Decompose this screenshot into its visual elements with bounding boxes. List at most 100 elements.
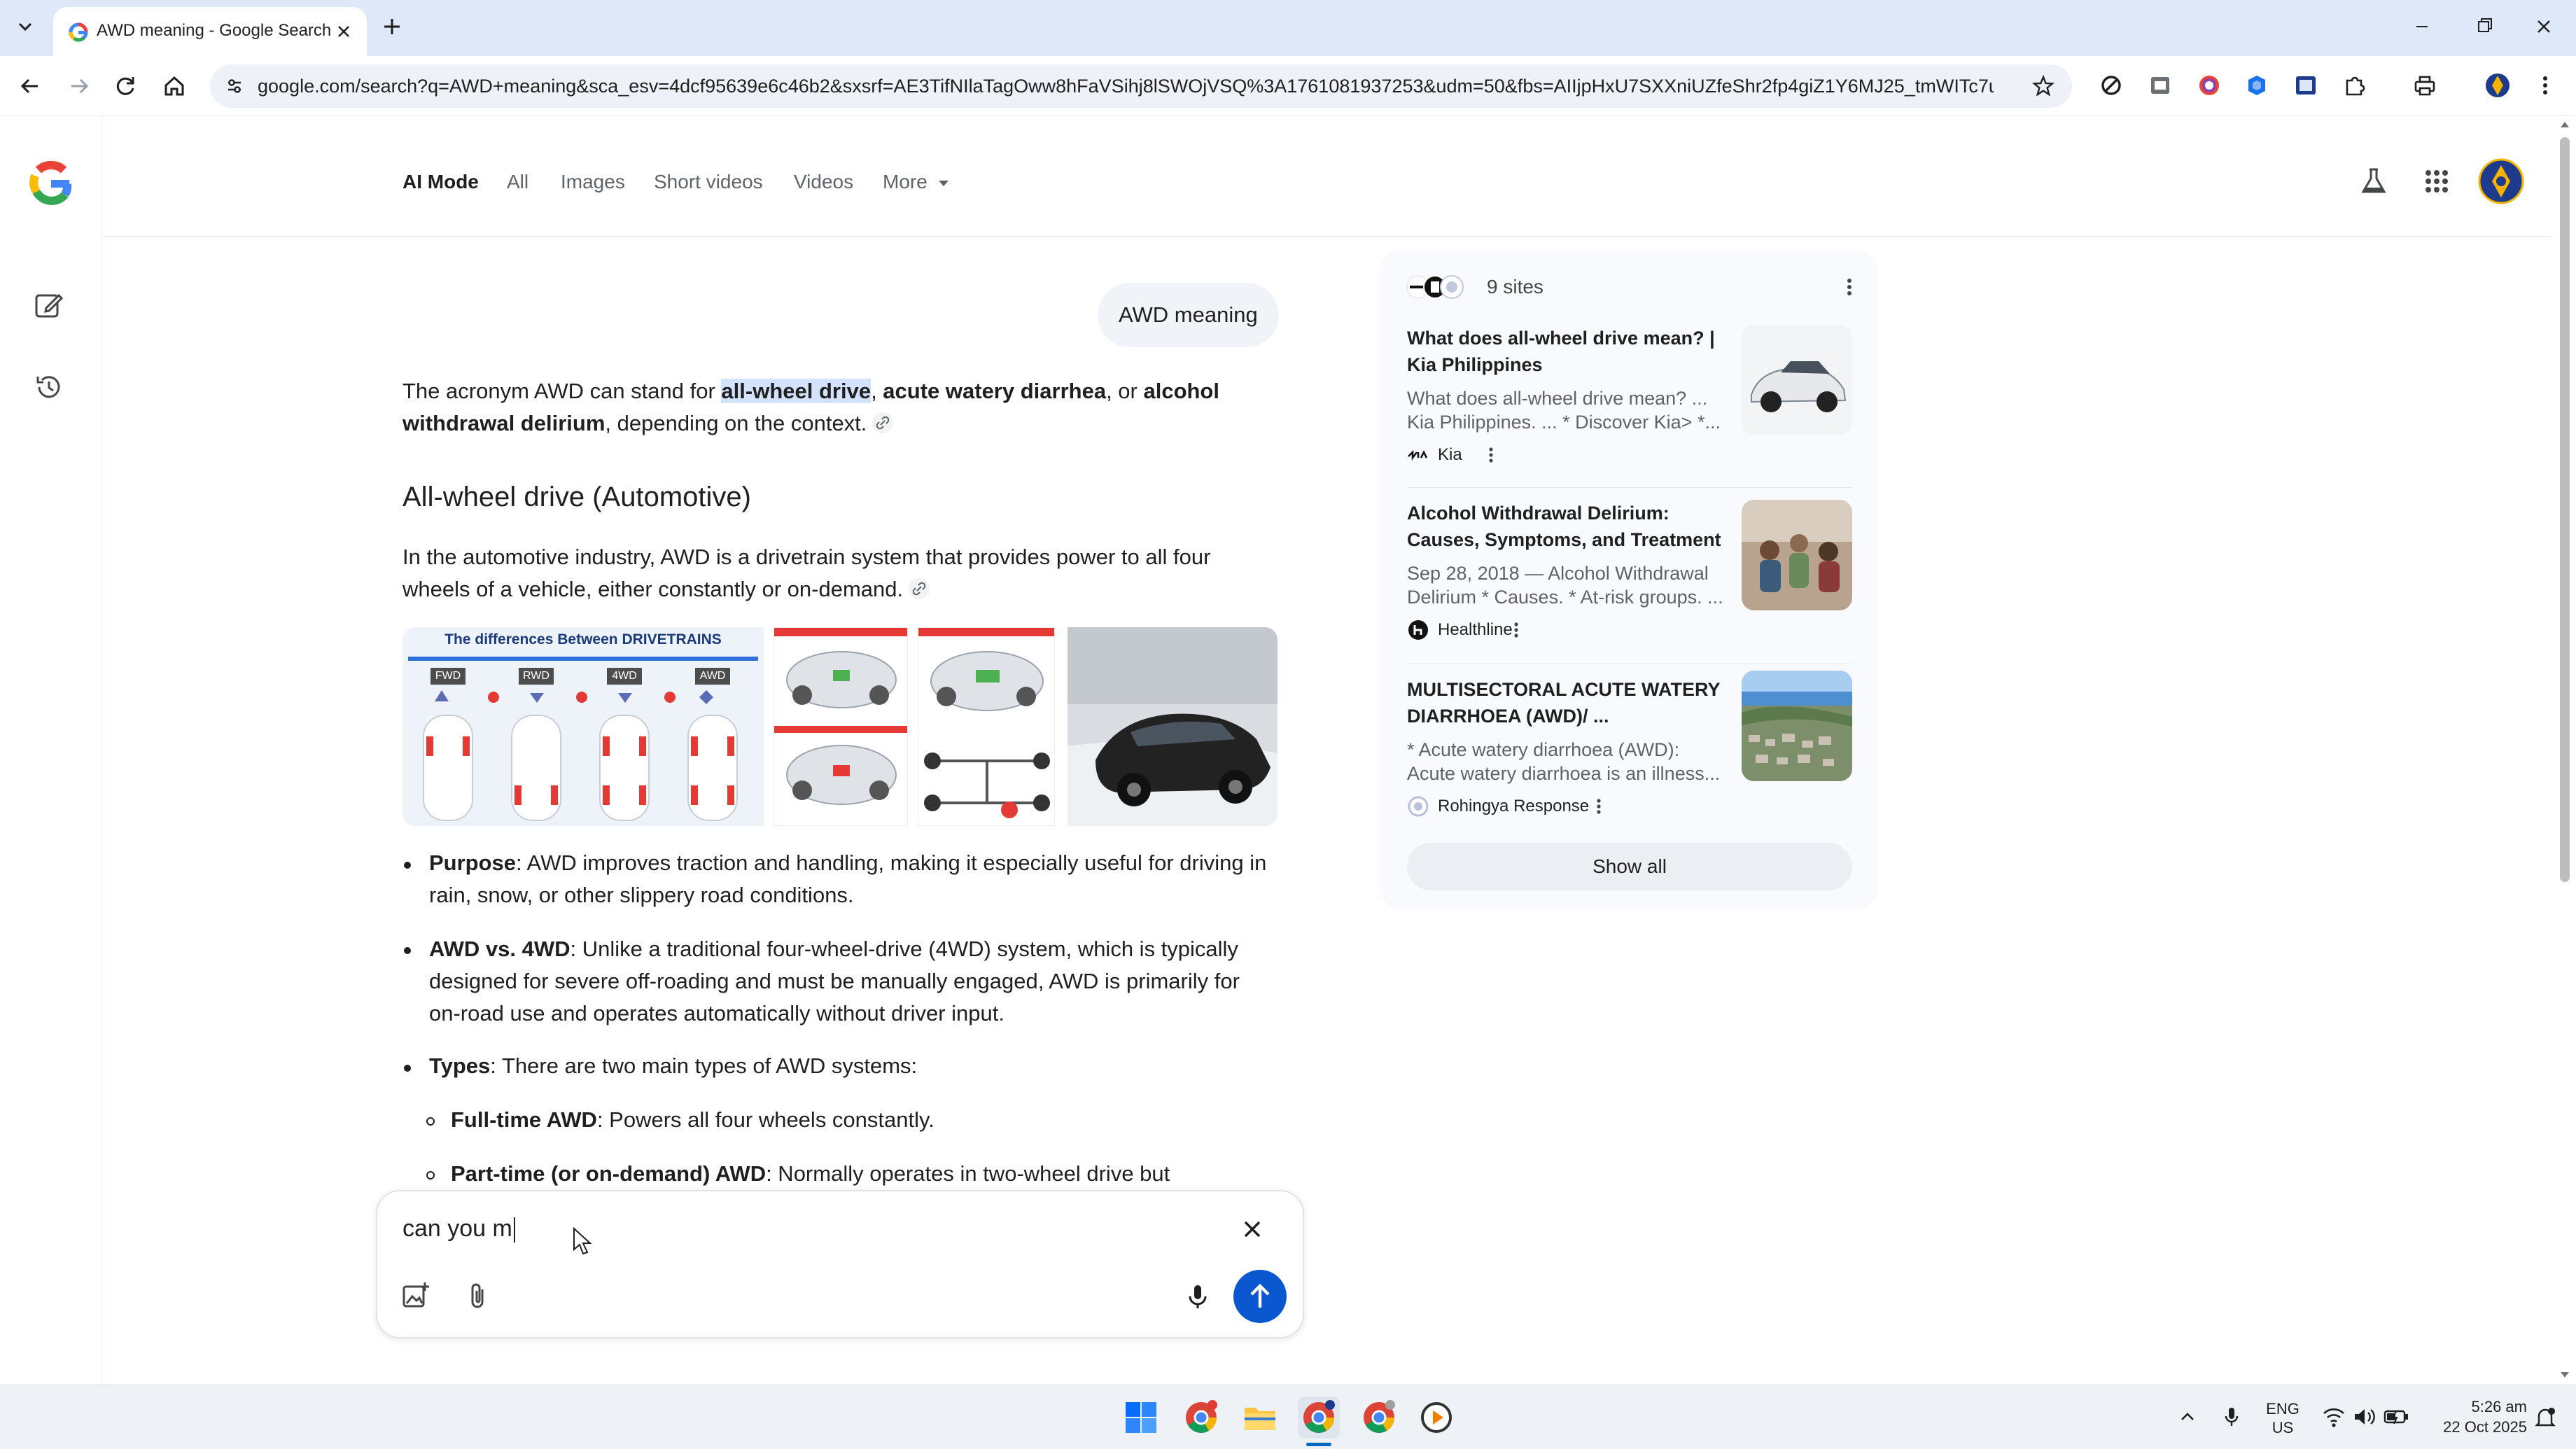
section-heading: All-wheel drive (Automotive) bbox=[402, 482, 751, 512]
source-snippet-line-1: * Acute watery diarrhoea (AWD): bbox=[1407, 739, 1680, 760]
bullet-purpose-label: Purpose bbox=[429, 850, 517, 875]
tray-overflow-chevron-icon[interactable] bbox=[2177, 1406, 2198, 1427]
follow-up-input-value: can you m bbox=[402, 1215, 512, 1242]
reader-extension-icon[interactable] bbox=[2292, 71, 2320, 99]
reload-icon[interactable] bbox=[109, 70, 141, 102]
wifi-icon[interactable] bbox=[2321, 1405, 2346, 1429]
source-snippet: * Acute watery diarrhoea (AWD): Acute wat… bbox=[1407, 738, 1725, 785]
bullet-part-time-label: Part-time (or on-demand) AWD bbox=[451, 1161, 766, 1186]
rear-awd-diagram-image[interactable] bbox=[774, 627, 908, 826]
minimize-window-icon[interactable] bbox=[2402, 13, 2442, 41]
google-logo-icon[interactable] bbox=[27, 158, 76, 207]
source-kebab-icon[interactable] bbox=[1586, 794, 1611, 819]
more-caret-icon bbox=[938, 180, 948, 186]
tab-more[interactable]: More bbox=[883, 171, 948, 193]
windows-start-icon[interactable] bbox=[1120, 1396, 1162, 1438]
source-card-healthline[interactable]: Alcohol Withdrawal Delirium: Causes, Symp… bbox=[1380, 500, 1877, 668]
account-avatar[interactable] bbox=[2478, 158, 2524, 204]
tab-all[interactable]: All bbox=[507, 171, 528, 193]
notifications-bell-icon[interactable] bbox=[2533, 1405, 2558, 1430]
clock[interactable]: 5:26 am 22 Oct 2025 bbox=[2422, 1396, 2527, 1437]
source-snippet-line-1: Sep 28, 2018 — Alcohol Withdrawal bbox=[1407, 563, 1709, 584]
browser-menu-icon[interactable] bbox=[2531, 71, 2559, 99]
sources-more-options-icon[interactable] bbox=[1835, 273, 1863, 301]
back-arrow-icon[interactable] bbox=[14, 70, 46, 102]
tab-ai-mode[interactable]: AI Mode bbox=[402, 171, 479, 193]
tab-images[interactable]: Images bbox=[561, 171, 625, 193]
new-chat-edit-icon[interactable] bbox=[31, 288, 66, 323]
active-app-indicator bbox=[1306, 1443, 1331, 1446]
scroll-down-arrow-icon[interactable] bbox=[2559, 1371, 2570, 1380]
car-in-snow-photo[interactable] bbox=[1068, 627, 1278, 826]
send-button[interactable] bbox=[1233, 1270, 1287, 1323]
tab-close-icon[interactable] bbox=[332, 20, 356, 43]
blocker-extension-icon[interactable] bbox=[2097, 71, 2125, 99]
restore-window-icon[interactable] bbox=[2464, 13, 2503, 41]
google-apps-grid-icon[interactable] bbox=[2419, 164, 2454, 199]
attach-paperclip-icon[interactable] bbox=[461, 1280, 495, 1313]
bullet-dot bbox=[404, 1065, 411, 1072]
color-extension-icon[interactable] bbox=[2195, 71, 2223, 99]
user-query-bubble: AWD meaning bbox=[1098, 283, 1279, 347]
tab-videos[interactable]: Videos bbox=[794, 171, 853, 193]
sources-panel: 9 sites What does all-wheel drive mean? … bbox=[1380, 251, 1877, 909]
forward-arrow-icon[interactable] bbox=[63, 70, 95, 102]
media-player-icon[interactable] bbox=[1415, 1396, 1457, 1438]
follow-up-input[interactable]: can you m bbox=[402, 1215, 515, 1243]
clear-input-close-icon[interactable] bbox=[1236, 1212, 1269, 1246]
battery-icon[interactable] bbox=[2383, 1405, 2409, 1429]
image-upload-icon[interactable] bbox=[398, 1280, 432, 1313]
history-icon[interactable] bbox=[31, 370, 66, 405]
google-favicon-icon bbox=[69, 22, 88, 42]
chrome-profile-app-icon[interactable] bbox=[1358, 1396, 1400, 1438]
browser-tab-active[interactable]: AWD meaning - Google Search bbox=[53, 7, 367, 56]
source-card-kia[interactable]: What does all-wheel drive mean? | Kia Phi… bbox=[1380, 325, 1877, 493]
tray-microphone-icon[interactable] bbox=[2220, 1405, 2243, 1429]
translate-extension-icon[interactable] bbox=[2243, 71, 2271, 99]
profile-avatar-icon[interactable] bbox=[2484, 71, 2512, 99]
page-scrollbar-thumb[interactable] bbox=[2560, 137, 2570, 882]
source-snippet: What does all-wheel drive mean? ... Kia P… bbox=[1407, 386, 1725, 434]
source-thumbnail-suv bbox=[1742, 325, 1852, 435]
bullet-dot bbox=[404, 947, 411, 954]
chrome-active-app-icon[interactable] bbox=[1298, 1396, 1340, 1438]
close-window-icon[interactable] bbox=[2524, 13, 2563, 41]
new-tab-plus-icon[interactable] bbox=[378, 13, 406, 41]
microphone-icon[interactable] bbox=[1181, 1280, 1214, 1313]
chrome-app-icon[interactable] bbox=[1180, 1396, 1222, 1438]
address-bar[interactable]: google.com/search?q=AWD+meaning&sca_esv=… bbox=[210, 64, 2072, 108]
show-all-sources-button[interactable]: Show all bbox=[1407, 843, 1852, 890]
bullet-purpose: Purpose: AWD improves traction and handl… bbox=[429, 847, 1297, 911]
diagram-label-rwd: RWD bbox=[519, 668, 554, 685]
print-icon[interactable] bbox=[2411, 71, 2439, 99]
screenshot-extension-icon[interactable] bbox=[2146, 71, 2174, 99]
scroll-up-arrow-icon[interactable] bbox=[2559, 119, 2570, 129]
volume-icon[interactable] bbox=[2352, 1405, 2377, 1429]
home-icon[interactable] bbox=[158, 70, 190, 102]
bullet-full-time: Full-time AWD: Powers all four wheels co… bbox=[451, 1104, 1291, 1136]
source-kebab-icon[interactable] bbox=[1504, 617, 1529, 643]
source-card-rohingya-response[interactable]: MULTISECTORAL ACUTE WATERY DIARRHOEA (AWD… bbox=[1380, 671, 1877, 844]
mouse-cursor-icon bbox=[573, 1227, 592, 1256]
source-kebab-icon[interactable] bbox=[1478, 442, 1504, 468]
language-indicator[interactable]: ENG US bbox=[2258, 1399, 2307, 1437]
bookmark-star-icon[interactable] bbox=[2031, 74, 2055, 98]
tab-short-videos[interactable]: Short videos bbox=[654, 171, 763, 193]
tab-search-chevron-icon[interactable] bbox=[13, 14, 38, 39]
bullet-full-time-text: : Powers all four wheels constantly. bbox=[596, 1107, 934, 1132]
intro-text-2: , bbox=[871, 379, 883, 403]
drivetrain-diagram-image[interactable]: The differences Between DRIVETRAINS FWD … bbox=[402, 627, 764, 826]
fwd-4wd-diagram-image[interactable] bbox=[918, 627, 1055, 826]
sub-bullet-ring bbox=[426, 1171, 435, 1180]
source-link-icon[interactable] bbox=[909, 578, 930, 599]
labs-flask-icon[interactable] bbox=[2356, 164, 2391, 199]
kia-logo-icon bbox=[1407, 444, 1429, 466]
sub-bullet-ring bbox=[426, 1117, 435, 1126]
extensions-puzzle-icon[interactable] bbox=[2341, 71, 2369, 99]
browser-toolbar: google.com/search?q=AWD+meaning&sca_esv=… bbox=[0, 56, 2576, 116]
bold-term-2: acute watery diarrhea bbox=[883, 379, 1107, 403]
file-explorer-icon[interactable] bbox=[1239, 1396, 1281, 1438]
source-link-icon[interactable] bbox=[872, 412, 894, 433]
bullet-purpose-line-1: : AWD improves traction and handling, ma… bbox=[516, 850, 1267, 875]
site-info-icon[interactable] bbox=[224, 76, 245, 97]
